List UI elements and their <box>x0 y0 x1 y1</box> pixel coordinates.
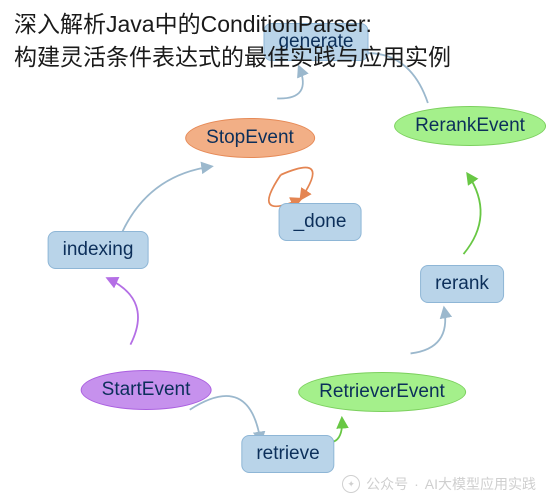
node-startEvent: StartEvent <box>81 370 212 410</box>
wechat-icon: ✦ <box>342 475 360 493</box>
diagram-title: 深入解析Java中的ConditionParser: 构建灵活条件表达式的最佳实… <box>14 8 451 75</box>
node-rerankEvent: RerankEvent <box>394 106 546 146</box>
edge-startEvent-indexing <box>108 278 138 344</box>
edge-stopEvent-done <box>281 168 313 199</box>
edge-indexing-stopEvent <box>122 166 211 232</box>
node-retrieverEvent: RetrieverEvent <box>298 372 466 412</box>
watermark-text1: 公众号 <box>366 474 408 494</box>
edge-retrieverEvent-rerank <box>411 308 446 353</box>
node-rerank: rerank <box>420 265 504 303</box>
node-done: _done <box>279 203 362 241</box>
node-retrieve: retrieve <box>241 435 334 473</box>
edge-rerank-rerankEvent <box>464 174 481 254</box>
title-line1: 深入解析Java中的ConditionParser: <box>14 11 372 37</box>
watermark-text2: AI大模型应用实践 <box>425 474 536 494</box>
edge-stopEvent-done <box>269 175 301 206</box>
node-stopEvent: StopEvent <box>185 118 315 158</box>
watermark: ✦ 公众号 · AI大模型应用实践 <box>342 474 536 494</box>
node-indexing: indexing <box>48 231 149 269</box>
title-line2: 构建灵活条件表达式的最佳实践与应用实例 <box>14 44 451 70</box>
